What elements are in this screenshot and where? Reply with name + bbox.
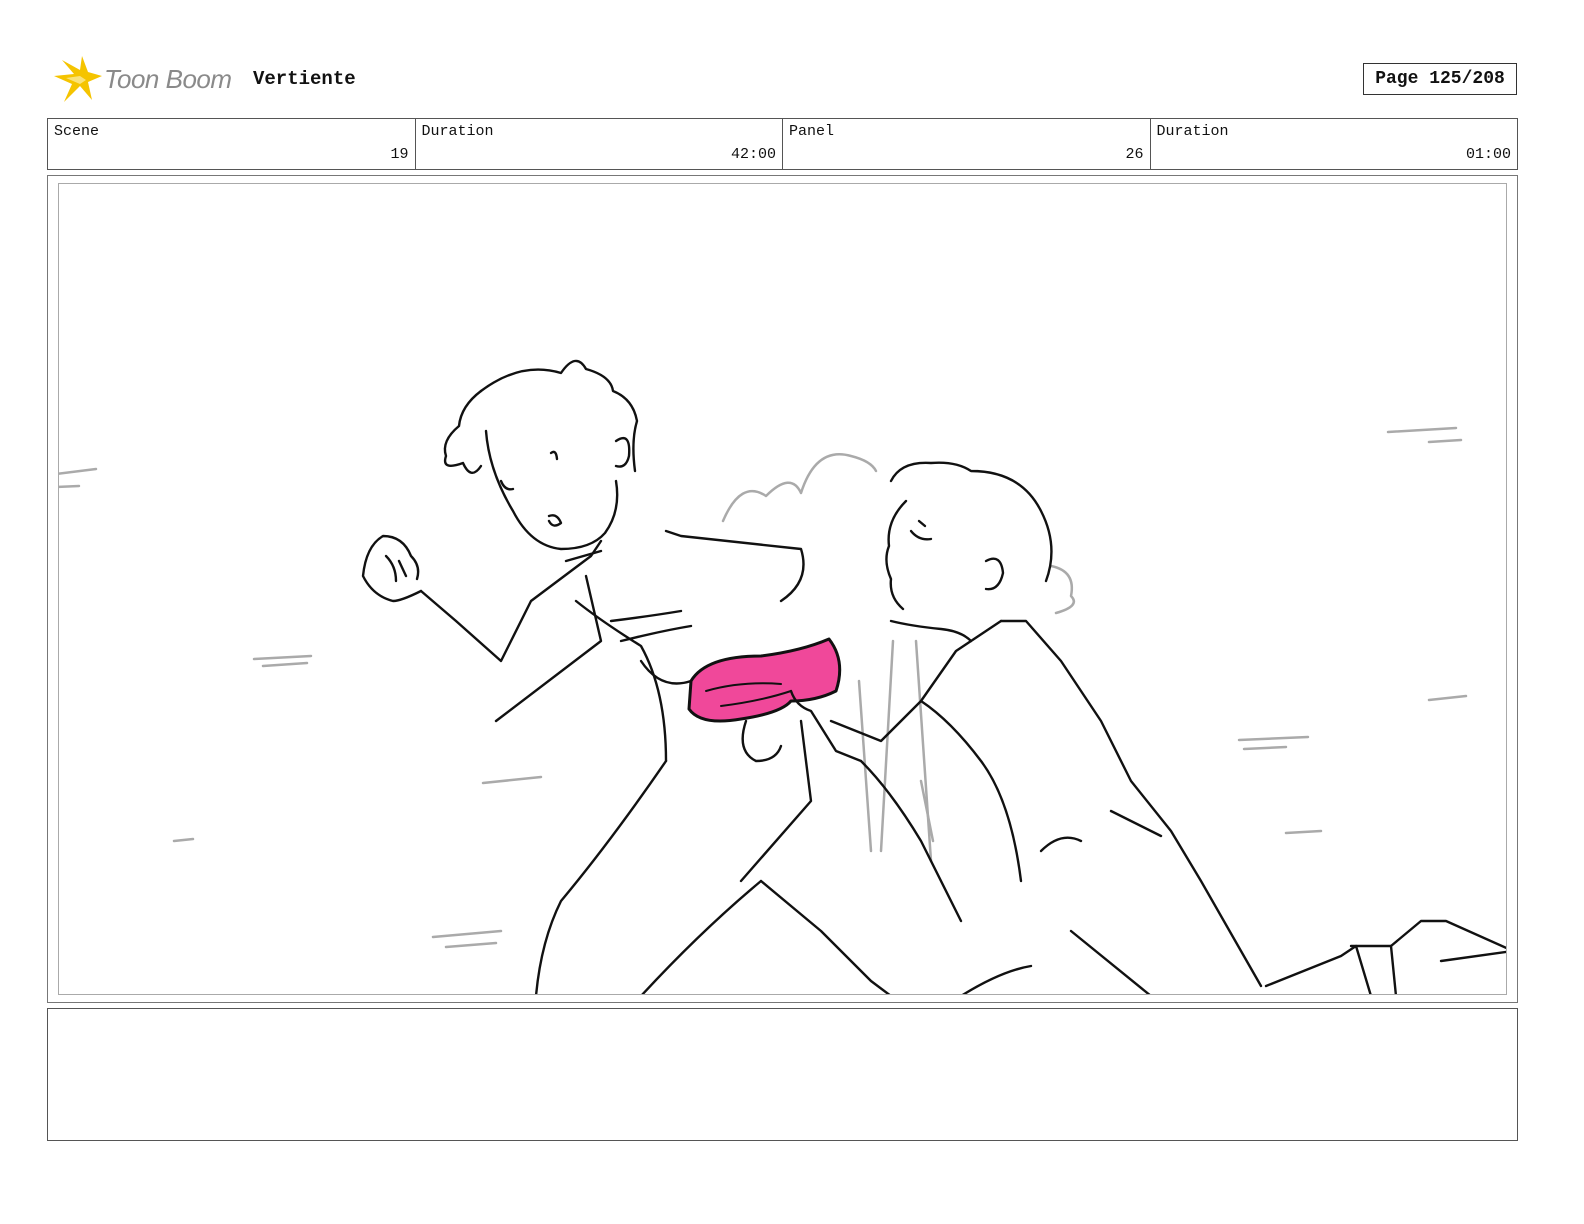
project-title: Vertiente [253, 68, 356, 90]
pink-sweater [687, 637, 842, 723]
starburst-icon [54, 56, 102, 102]
panel-label: Panel [789, 123, 835, 140]
toon-boom-logo: Toon Boom [52, 56, 242, 106]
scene-cell: Scene 19 [48, 119, 416, 169]
panel-duration-label: Duration [1156, 123, 1229, 140]
panel-duration-value: 01:00 [1465, 146, 1511, 163]
panel-duration-cell: Duration 01:00 [1151, 119, 1518, 169]
scene-duration-value: 42:00 [730, 146, 776, 163]
panel-frame-inner [58, 183, 1507, 995]
panel-info-row: Scene 19 Duration 42:00 Panel 26 Duratio… [47, 118, 1518, 170]
panel-notes-box [47, 1008, 1518, 1141]
scene-duration-cell: Duration 42:00 [416, 119, 783, 169]
scene-value: 19 [390, 146, 409, 163]
panel-cell: Panel 26 [783, 119, 1151, 169]
panel-value: 26 [1125, 146, 1144, 163]
page-indicator: Page 125/208 [1363, 63, 1517, 95]
character-right [789, 461, 1506, 994]
scene-duration-label: Duration [421, 123, 494, 140]
logo-wordmark: Toon Boom [104, 64, 232, 94]
storyboard-sketch [59, 359, 1506, 994]
scene-label: Scene [54, 123, 100, 140]
